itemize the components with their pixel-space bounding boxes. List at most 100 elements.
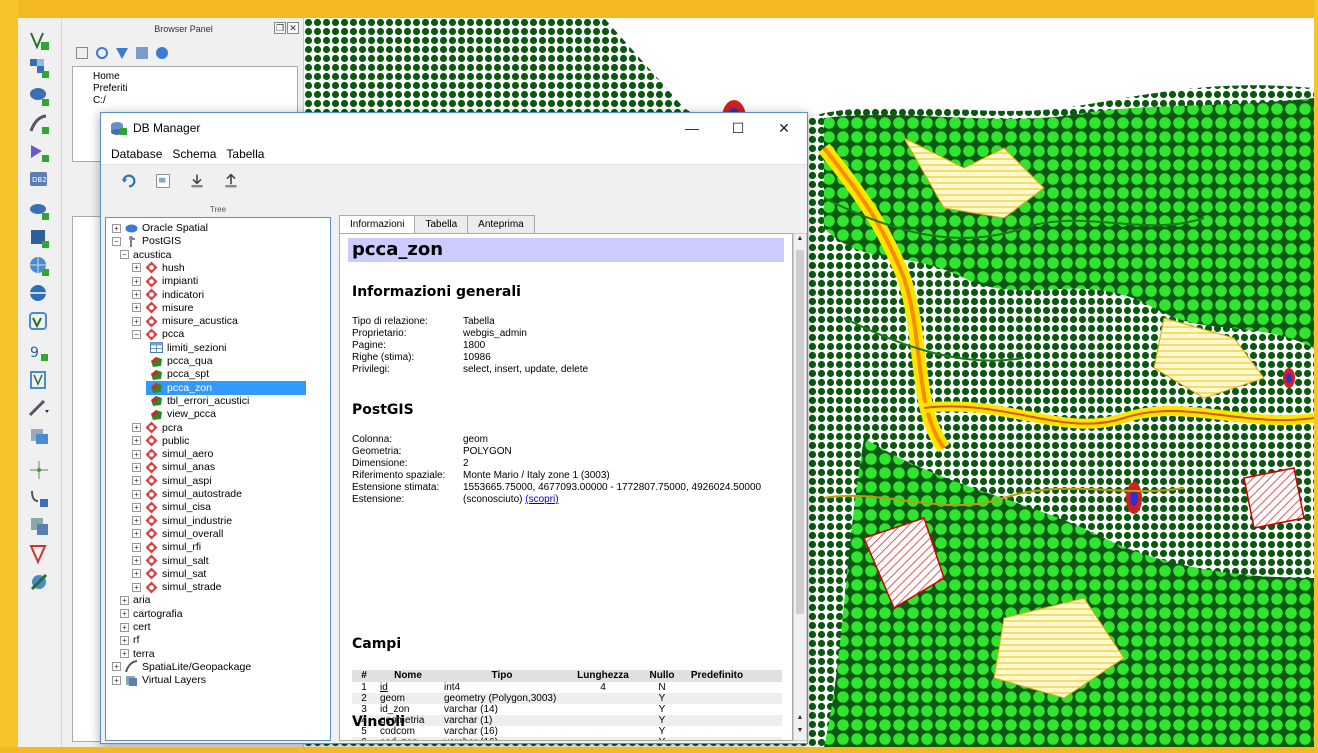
expand-icon[interactable]: + xyxy=(132,462,141,472)
tree-node-indicatori[interactable]: + indicatori xyxy=(132,288,204,302)
tree-node-simul-overall[interactable]: + simul_overall xyxy=(132,527,223,541)
tree-node-simul-anas[interactable]: + simul_anas xyxy=(132,460,215,474)
tree-node-rf[interactable]: + rf xyxy=(120,633,139,647)
tree-node-public[interactable]: + public xyxy=(132,434,189,448)
tree-node-terra[interactable]: + terra xyxy=(120,647,155,661)
tree-node-simul-salt[interactable]: + simul_salt xyxy=(132,554,209,568)
tree-node-simul-autostrade[interactable]: + simul_autostrade xyxy=(132,487,242,501)
add-delimited-text-layer-icon[interactable]: 9 xyxy=(26,340,52,364)
float-panel-button[interactable]: ❐ xyxy=(274,22,286,34)
scroll-down-arrow[interactable]: ▼ xyxy=(795,727,805,739)
expand-icon[interactable]: + xyxy=(132,556,141,565)
expand-icon[interactable]: + xyxy=(132,263,141,273)
tree-node-simul-cisa[interactable]: + simul_cisa xyxy=(132,500,211,514)
browser-item-home[interactable]: Home xyxy=(77,71,297,83)
tree-node-virtual-layers[interactable]: + Virtual Layers xyxy=(112,673,206,687)
export-layer-icon[interactable] xyxy=(221,171,241,191)
expand-icon[interactable]: + xyxy=(132,542,141,552)
info-scrollbar[interactable]: ▲ ▲ ▼ xyxy=(793,233,807,741)
import-layer-icon[interactable] xyxy=(187,171,207,191)
tree-node-misure-acustica[interactable]: + misure_acustica xyxy=(132,314,238,328)
new-temporary-layer-icon[interactable] xyxy=(26,458,52,482)
add-raster-layer-icon[interactable] xyxy=(26,56,52,80)
tree-node-hush[interactable]: + hush xyxy=(132,261,185,275)
tree-node-simul-strade[interactable]: + simul_strade xyxy=(132,580,222,594)
tree-node-pcca[interactable]: − pcca xyxy=(132,327,184,341)
expand-icon[interactable]: + xyxy=(120,609,129,619)
tree-node-postgis[interactable]: − PostGIS xyxy=(112,234,181,248)
tree-node-oracle-spatial[interactable]: + Oracle Spatial xyxy=(112,221,208,235)
new-gpx-layer-icon[interactable] xyxy=(26,542,52,566)
new-geopackage-layer-icon[interactable] xyxy=(26,486,52,510)
collapse-icon[interactable]: − xyxy=(112,236,121,246)
expand-icon[interactable]: + xyxy=(132,529,141,539)
tree-node-impianti[interactable]: + impianti xyxy=(132,274,198,288)
close-panel-button[interactable]: ✕ xyxy=(287,22,299,34)
menu-database[interactable]: Database xyxy=(111,147,162,161)
tab-info[interactable]: Informazioni xyxy=(339,215,416,234)
refresh-icon[interactable] xyxy=(119,171,139,191)
tree-node-simul-sat[interactable]: + simul_sat xyxy=(132,567,206,581)
add-wfs-layer-icon[interactable] xyxy=(26,310,52,334)
add-selected-layers-icon[interactable] xyxy=(76,47,88,59)
properties-icon[interactable] xyxy=(156,47,168,59)
add-wcs-layer-icon[interactable] xyxy=(26,282,52,306)
expand-icon[interactable]: + xyxy=(132,569,141,579)
tree-node-simul-aspi[interactable]: + simul_aspi xyxy=(132,474,212,488)
collapse-all-icon[interactable] xyxy=(136,47,148,59)
add-virtual-layer-icon[interactable] xyxy=(26,226,52,250)
tree-node-aria[interactable]: + aria xyxy=(120,593,151,607)
tree-node-acustica[interactable]: − acustica xyxy=(120,248,172,262)
expand-icon[interactable]: + xyxy=(132,276,141,286)
expand-icon[interactable]: + xyxy=(132,502,141,512)
tree-node-pcra[interactable]: + pcra xyxy=(132,421,182,435)
expand-icon[interactable]: + xyxy=(132,516,141,526)
expand-icon[interactable]: + xyxy=(132,489,141,499)
scroll-thumb[interactable] xyxy=(796,250,804,614)
georeferencer-icon[interactable] xyxy=(26,570,52,594)
browser-item-c-drive[interactable]: C:/ xyxy=(77,95,297,107)
maximize-button[interactable]: ☐ xyxy=(715,113,761,143)
expand-icon[interactable]: + xyxy=(132,476,141,486)
add-wms-layer-icon[interactable] xyxy=(26,254,52,278)
add-mesh-layer-icon[interactable] xyxy=(26,368,52,392)
tree-node-pcca-qua[interactable]: pcca_qua xyxy=(150,354,213,368)
expand-icon[interactable]: + xyxy=(112,662,121,672)
tree-node-pcca-spt[interactable]: pcca_spt xyxy=(150,367,209,381)
expand-icon[interactable]: + xyxy=(112,675,121,685)
tree-node-view-pcca[interactable]: view_pcca xyxy=(150,407,216,421)
add-mssql-layer-icon[interactable] xyxy=(26,140,52,164)
tree-node-simul-aero[interactable]: + simul_aero xyxy=(132,447,213,461)
filter-icon[interactable] xyxy=(116,47,128,59)
new-spatialite-layer-icon[interactable] xyxy=(26,424,52,448)
tree-node-spatialite-geopackage[interactable]: + SpatiaLite/Geopackage xyxy=(112,660,251,674)
tab-table[interactable]: Tabella xyxy=(414,215,469,233)
expand-icon[interactable]: + xyxy=(132,290,141,299)
scroll-up-arrow[interactable]: ▲ xyxy=(795,235,805,247)
tree-node-pcca-zon[interactable]: pcca_zon xyxy=(146,380,306,395)
menu-table[interactable]: Tabella xyxy=(226,147,264,161)
expand-icon[interactable]: + xyxy=(132,436,141,446)
new-virtual-layer-icon[interactable] xyxy=(26,514,52,538)
expand-icon[interactable]: + xyxy=(120,595,129,605)
tab-preview[interactable]: Anteprima xyxy=(467,215,535,233)
menu-schema[interactable]: Schema xyxy=(172,147,216,161)
expand-icon[interactable]: + xyxy=(120,649,129,659)
tree-node-cert[interactable]: + cert xyxy=(120,620,151,634)
minimize-button[interactable]: — xyxy=(669,113,715,143)
tree-node-cartografia[interactable]: + cartografia xyxy=(120,607,183,621)
add-spatialite-layer-icon[interactable] xyxy=(26,112,52,136)
tree-node-tbl-errori-acustici[interactable]: tbl_errori_acustici xyxy=(150,394,249,408)
tree-node-simul-rfi[interactable]: + simul_rfi xyxy=(132,540,201,554)
expand-icon[interactable]: + xyxy=(120,622,129,632)
tree-node-limiti-sezioni[interactable]: limiti_sezioni xyxy=(150,341,227,355)
add-vector-layer-icon[interactable] xyxy=(26,28,52,52)
refresh-icon[interactable] xyxy=(96,47,108,59)
add-oracle-layer-icon[interactable] xyxy=(26,198,52,222)
add-db2-layer-icon[interactable]: DB2 xyxy=(26,168,52,192)
collapse-icon[interactable]: − xyxy=(132,329,141,339)
collapse-icon[interactable]: − xyxy=(120,250,129,260)
discover-extent-link[interactable]: (scopri) xyxy=(525,494,558,505)
add-postgis-layer-icon[interactable] xyxy=(26,84,52,108)
sql-window-icon[interactable] xyxy=(153,171,173,191)
